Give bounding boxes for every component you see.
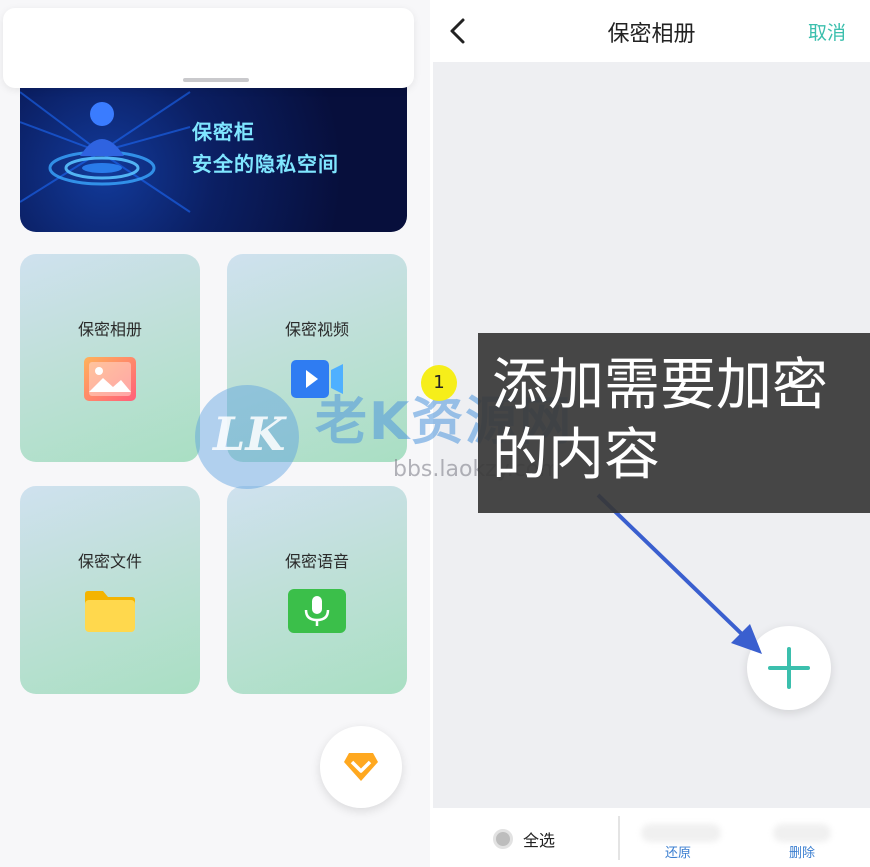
tile-secret-voice[interactable]: 保密语音 <box>227 486 407 694</box>
tile-label: 保密相册 <box>77 320 142 339</box>
add-content-button[interactable] <box>747 626 831 710</box>
video-icon <box>291 360 343 398</box>
page-title: 保密相册 <box>607 22 696 47</box>
safe-box-banner[interactable]: 保密柜 安全的隐私空间 <box>20 82 407 232</box>
bar-divider <box>618 816 620 860</box>
instruction-tooltip: 添加需要加密的内容 <box>478 333 870 513</box>
select-all-label: 全选 <box>523 831 556 850</box>
blurred-area <box>773 824 831 842</box>
plus-icon <box>768 647 810 689</box>
restore-button[interactable]: 还原 <box>665 842 691 861</box>
tile-label: 保密文件 <box>77 552 142 571</box>
folder-icon <box>85 591 135 632</box>
blurred-area <box>641 824 721 842</box>
select-all-toggle[interactable]: 全选 <box>493 827 555 851</box>
step-number-badge: 1 <box>421 365 457 401</box>
bottom-sheet-header <box>3 8 414 88</box>
nav-bar: 保密相册 取消 <box>433 0 870 62</box>
tile-label: 保密语音 <box>284 552 349 571</box>
banner-title: 保密柜 <box>192 120 255 144</box>
tile-secret-album[interactable]: 保密相册 <box>20 254 200 462</box>
vip-button[interactable] <box>320 726 402 808</box>
tile-secret-file[interactable]: 保密文件 <box>20 486 200 694</box>
diamond-icon <box>344 753 378 781</box>
microphone-icon <box>288 589 346 633</box>
delete-button[interactable]: 删除 <box>789 842 815 861</box>
instruction-text: 添加需要加密的内容 <box>492 353 828 488</box>
banner-subtitle: 安全的隐私空间 <box>192 152 339 176</box>
tile-label: 保密视频 <box>284 320 349 339</box>
bottom-action-bar: 全选 还原 删除 <box>433 808 870 867</box>
image-icon <box>84 357 136 401</box>
sheet-drag-handle[interactable] <box>183 78 249 82</box>
tile-secret-video[interactable]: 保密视频 <box>227 254 407 462</box>
safe-box-home: 保密柜 安全的隐私空间 保密相册 保密视频 保密文件 保密语音 <box>0 0 430 867</box>
cancel-button[interactable]: 取消 <box>808 18 846 45</box>
select-all-radio[interactable] <box>493 829 513 849</box>
